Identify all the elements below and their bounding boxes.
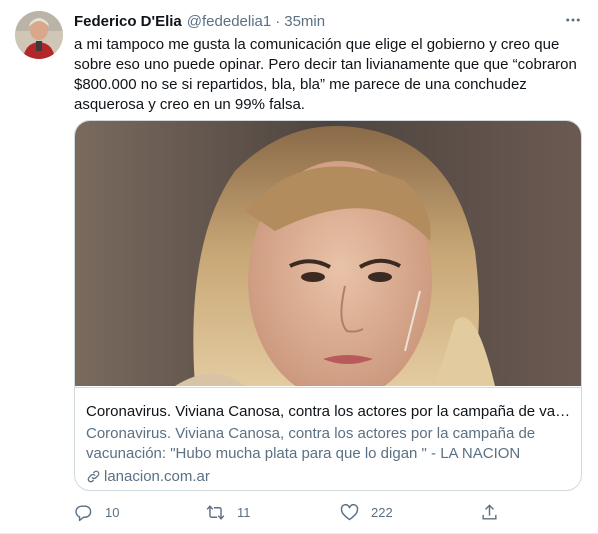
link-icon [87,470,100,483]
reply-icon [75,504,92,521]
more-button[interactable] [560,8,586,32]
retweet-icon [206,504,225,520]
card-domain-label: lanacion.com.ar [104,468,210,485]
card-info[interactable]: Coronavirus. Viviana Canosa, contra los … [75,387,581,490]
author-handle[interactable]: @fededelia1 [187,13,271,30]
share-button[interactable] [480,500,499,524]
like-count: 222 [371,504,393,520]
reply-button[interactable]: 10 [74,500,119,524]
author-name[interactable]: Federico D'Elia [74,13,182,30]
retweet-button[interactable]: 11 [206,500,251,524]
tweet-header: Federico D'Elia @fededelia1 · 35min [74,11,325,31]
tweet-actions: 10 11 222 [74,500,504,524]
tweet-text-line: sobre eso uno puede opinar. Pero decir t… [74,56,577,73]
avatar-image [15,11,63,59]
avatar[interactable] [15,11,63,59]
card-photo [75,121,581,386]
tweet-text-line: $800.000 no se si repartidos, bla, bla” … [74,76,527,93]
timestamp[interactable]: 35min [284,13,325,30]
card-description: Coronavirus. Viviana Canosa, contra los … [86,425,536,462]
link-card[interactable]: Coronavirus. Viviana Canosa, contra los … [74,120,582,491]
tweet-text-line: a mi tampoco me gusta la comunicación qu… [74,36,560,53]
card-title: Coronavirus. Viviana Canosa, contra los … [86,403,574,420]
more-icon [566,18,580,22]
tweet-text: a mi tampoco me gusta la comunicación qu… [74,35,579,115]
share-icon [482,503,497,520]
tweet-text-line: asquerosa y creo en un 99% falsa. [74,96,305,113]
card-domain: lanacion.com.ar [86,468,210,485]
reply-count: 10 [105,504,120,520]
tweet[interactable]: Federico D'Elia @fededelia1 · 35min a mi… [0,0,598,534]
like-button[interactable]: 222 [340,500,393,524]
separator: · [275,12,281,30]
heart-icon [340,503,359,520]
card-image[interactable] [75,121,581,386]
retweet-count: 11 [237,504,251,520]
